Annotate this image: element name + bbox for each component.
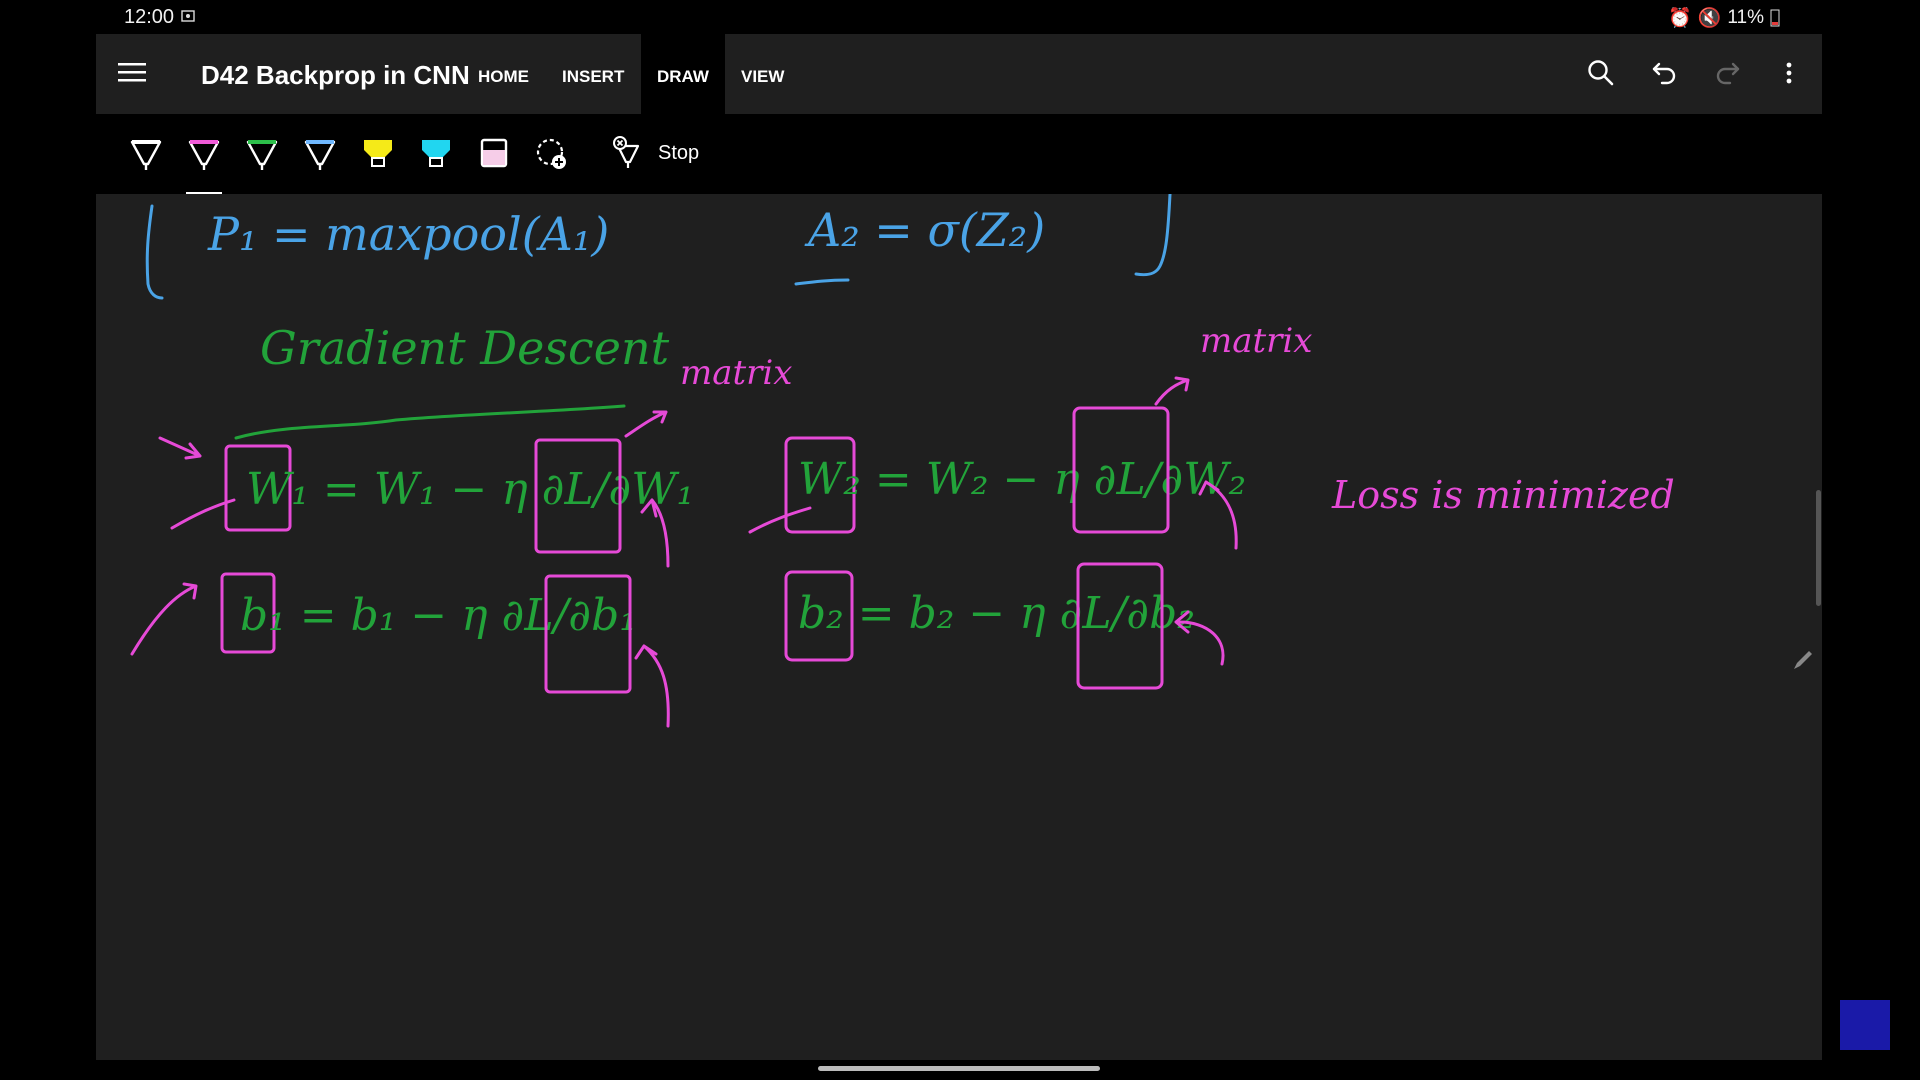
b1-arrow [130,582,198,656]
highlighter-pink-icon[interactable] [474,134,514,174]
arrow-to-matrix-right [1154,376,1190,406]
undo-icon[interactable] [1650,58,1680,88]
pen-green-icon[interactable] [242,134,282,174]
right-brace-stroke [1134,194,1172,277]
top-bar: D42 Backprop in CNN HOME INSERT DRAW VIE… [96,34,1822,114]
app-window: D42 Backprop in CNN HOME INSERT DRAW VIE… [96,34,1822,1060]
ink-layer: P₁ = maxpool(A₁) A₂ = σ(Z₂) Gradient Des… [130,194,1675,728]
ink-canvas[interactable]: P₁ = maxpool(A₁) A₂ = σ(Z₂) Gradient Des… [96,194,1822,1060]
pen-white-icon[interactable] [126,134,166,174]
tab-view[interactable]: VIEW [725,34,800,114]
highlighter-yellow-icon[interactable] [358,134,398,174]
top-line-p1: P₁ = maxpool(A₁) [207,207,609,261]
stop-label[interactable]: Stop [658,142,699,165]
highlighter-cyan-icon[interactable] [416,134,456,174]
b1-return-arrow [634,644,670,728]
equation-b1: b₁ = b₁ − η ∂L/∂b₁ [240,590,637,641]
hamburger-menu-icon[interactable] [118,60,146,84]
screen-record-icon [181,10,195,22]
left-brace-stroke [145,204,164,300]
status-right: ⏰ 🔇 11% [1668,6,1780,30]
pen-handle-icon[interactable] [1791,648,1815,672]
top-line-a2: A₂ = σ(Z₂) [804,203,1045,257]
tab-draw[interactable]: DRAW [641,34,725,114]
status-time: 12:00 [124,6,175,28]
arrow-to-matrix-left [624,410,668,438]
heading-gradient-descent: Gradient Descent [260,321,670,375]
pen-pink-icon[interactable] [184,134,224,174]
equation-w2: W₂ = W₂ − η ∂L/∂W₂ [798,454,1246,505]
document-title: D42 Backprop in CNN [201,60,470,90]
vertical-scrollbar[interactable] [1816,490,1821,606]
tab-home[interactable]: HOME [462,34,545,114]
home-indicator[interactable] [818,1066,1100,1071]
mute-icon: 🔇 [1697,8,1722,29]
equation-b2: b₂ = b₂ − η ∂L/∂b₂ [798,588,1195,639]
search-icon[interactable] [1586,58,1616,88]
redo-icon[interactable] [1712,58,1742,88]
battery-icon [1770,9,1780,27]
w1-arrow-in [158,436,202,460]
stop-ink-replay-icon[interactable] [608,134,648,174]
battery-text: 11% [1727,7,1764,28]
more-options-icon[interactable] [1774,58,1804,88]
draw-toolbar: Stop [96,114,1822,194]
tab-insert[interactable]: INSERT [546,34,640,114]
a2-underline-stroke [794,278,850,286]
add-pen-icon[interactable] [532,134,572,174]
annotation-matrix-right: matrix [1200,321,1312,361]
annotation-matrix-left: matrix [680,353,792,393]
status-bar: 12:00 ⏰ 🔇 11% [0,0,1920,34]
pen-blue-icon[interactable] [300,134,340,174]
w2-arrow-low [748,506,812,534]
alarm-icon: ⏰ [1668,8,1692,29]
heading-underline-stroke [234,404,626,440]
annotation-loss: Loss is minimized [1331,473,1675,517]
equation-w1: W₁ = W₁ − η ∂L/∂W₁ [246,464,694,515]
floating-preview-thumbnail[interactable] [1840,1000,1890,1050]
